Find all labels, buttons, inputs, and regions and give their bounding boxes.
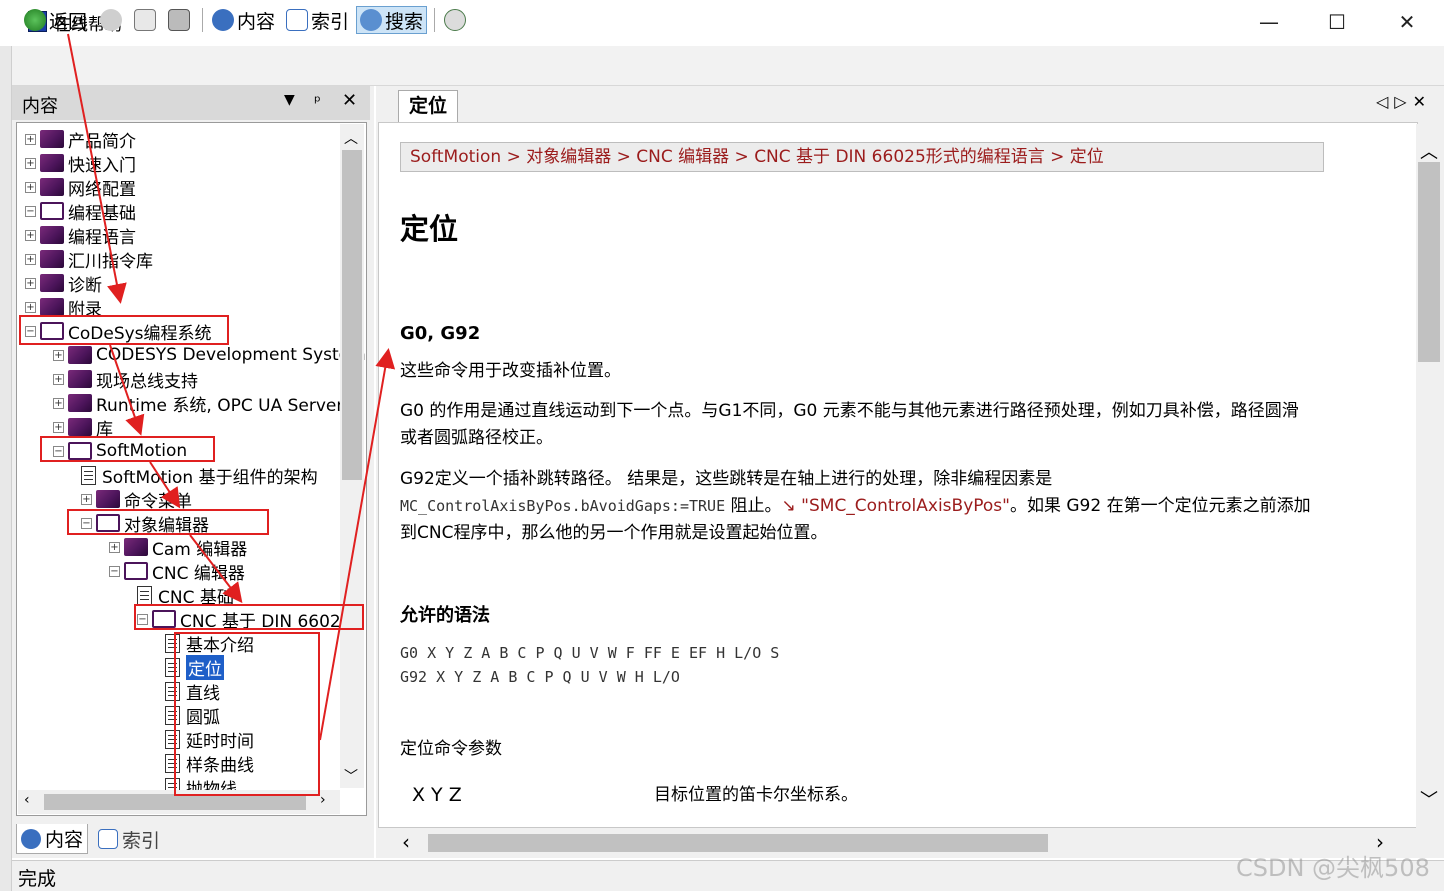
arrow-editor-to-cnc [189, 534, 243, 604]
arrow-softmotion-to-editor [149, 461, 181, 509]
arrow-subtopics-to-content [319, 348, 396, 741]
arrow-codesys-to-softmotion [109, 344, 145, 436]
arrow-title-to-codesys [67, 33, 127, 304]
annotation-arrows [67, 33, 396, 741]
